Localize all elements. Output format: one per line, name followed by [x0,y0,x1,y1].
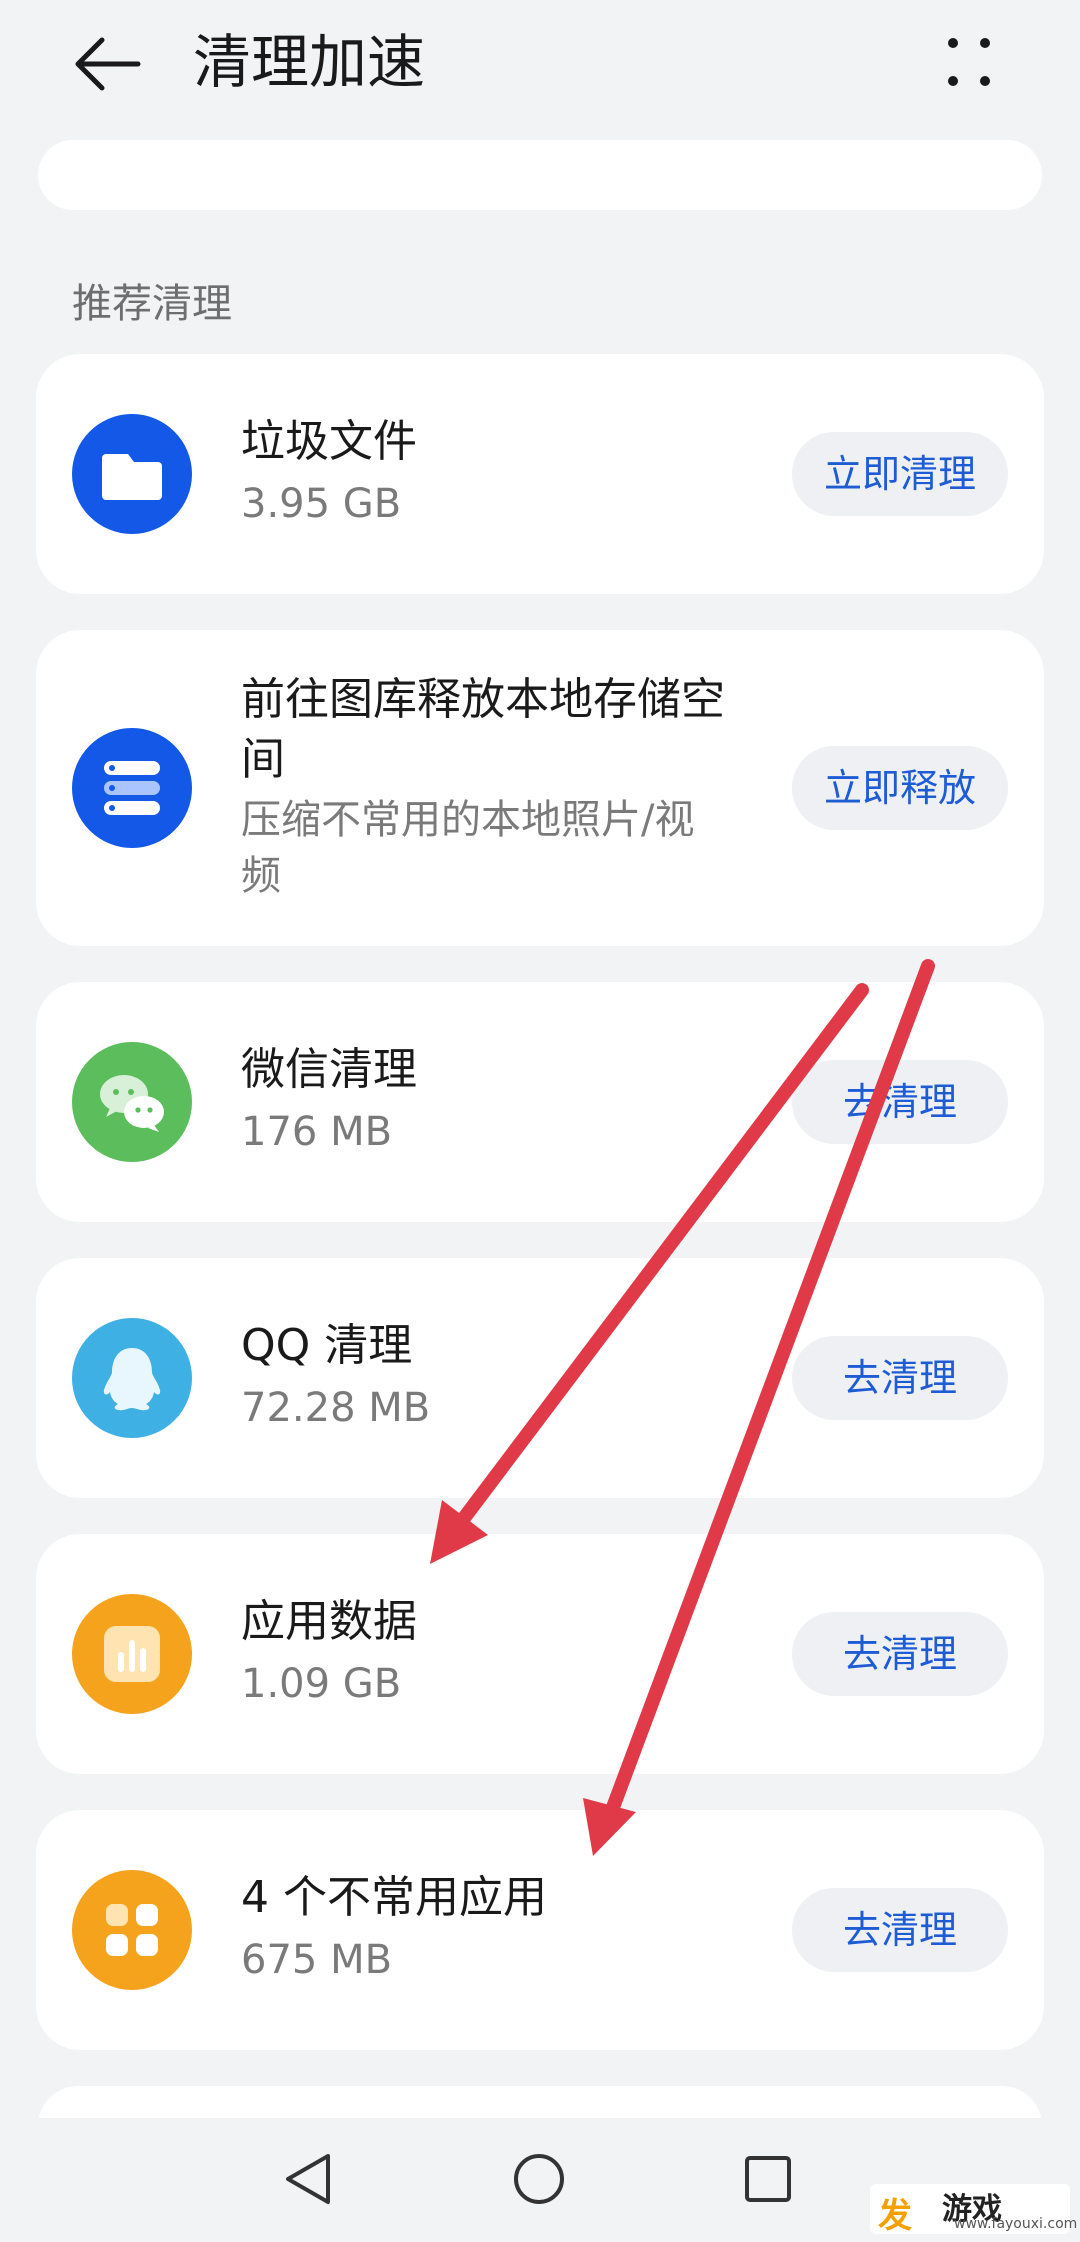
card-wechat-clean[interactable]: 微信清理 176 MB 去清理 [36,982,1044,1222]
qq-penguin-icon [72,1318,192,1438]
card-size: 3.95 GB [241,481,402,527]
back-button[interactable] [72,28,144,100]
go-clean-button[interactable]: 去清理 [792,1336,1008,1420]
card-size: 1.09 GB [241,1661,402,1707]
card-size: 72.28 MB [241,1385,431,1431]
nav-home-icon [514,2154,564,2204]
card-app-data[interactable]: 应用数据 1.09 GB 去清理 [36,1534,1044,1774]
card-title-line1: 前往图库释放本地存储空 [241,674,725,725]
top-app-bar: 清理加速 [0,0,1080,130]
free-now-button[interactable]: 立即释放 [792,746,1008,830]
nav-back-icon [286,2154,330,2204]
watermark: 发 游戏 www.fayouxi.com [870,2184,1077,2236]
section-title: 推荐清理 [72,281,232,327]
arrow-left-icon [75,37,141,91]
watermark-logo: 发 [878,2196,912,2236]
card-desc-line1: 压缩不常用的本地照片/视 [241,797,695,843]
card-qq-clean[interactable]: QQ 清理 72.28 MB 去清理 [36,1258,1044,1498]
folder-icon [72,414,192,534]
card-title-line2: 间 [241,734,285,785]
go-clean-button[interactable]: 去清理 [792,1888,1008,1972]
card-junk-files[interactable]: 垃圾文件 3.95 GB 立即清理 [36,354,1044,594]
nav-recents-icon [745,2156,791,2202]
nav-home-button[interactable] [504,2144,574,2214]
go-clean-button[interactable]: 去清理 [792,1060,1008,1144]
card-title: 4 个不常用应用 [241,1872,547,1923]
go-clean-button[interactable]: 去清理 [792,1612,1008,1696]
partial-storage-card [38,140,1042,210]
card-size: 675 MB [241,1937,393,1983]
page-title: 清理加速 [193,28,426,96]
app-grid-icon [72,1870,192,1990]
more-options-button[interactable] [942,28,1002,100]
clean-now-button[interactable]: 立即清理 [792,432,1008,516]
card-title: 应用数据 [241,1596,417,1647]
wechat-icon [72,1042,192,1162]
card-title: 微信清理 [241,1044,417,1095]
card-unused-apps[interactable]: 4 个不常用应用 675 MB 去清理 [36,1810,1044,2050]
watermark-url: www.fayouxi.com [954,2216,1078,2232]
nav-back-button[interactable] [274,2144,344,2214]
card-gallery-free-space[interactable]: 前往图库释放本地存储空 间 压缩不常用的本地照片/视 频 立即释放 [36,630,1044,946]
card-desc-line2: 频 [241,853,281,899]
nav-recents-button[interactable] [733,2144,803,2214]
card-size: 176 MB [241,1109,393,1155]
card-title: QQ 清理 [241,1320,413,1371]
storage-stack-icon [72,728,192,848]
card-title: 垃圾文件 [241,416,417,467]
bar-chart-icon [72,1594,192,1714]
